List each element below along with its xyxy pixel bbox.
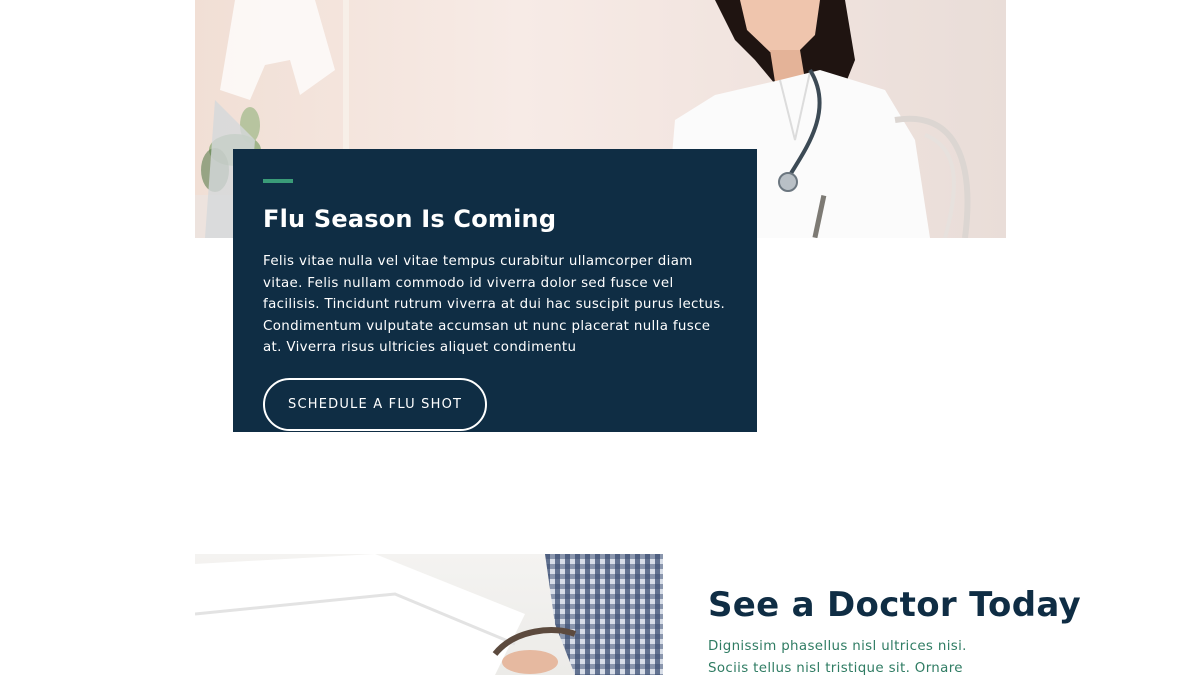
doctor-patient-illustration <box>195 554 663 675</box>
page: Flu Season Is Coming Felis vitae nulla v… <box>0 0 1200 675</box>
flu-section-title: Flu Season Is Coming <box>263 205 557 233</box>
accent-bar <box>263 179 293 183</box>
flu-section-body: Felis vitae nulla vel vitae tempus curab… <box>263 254 726 355</box>
see-doctor-title: See a Doctor Today <box>708 585 1082 625</box>
schedule-flu-shot-button[interactable]: SCHEDULE A FLU SHOT <box>263 377 488 431</box>
flu-season-card: Flu Season Is Coming Felis vitae nulla v… <box>233 149 757 432</box>
see-doctor-body: Dignissim phasellus nisl ultrices nisi. … <box>708 639 967 675</box>
doctor-patient-image <box>195 554 663 675</box>
see-doctor-section: See a Doctor Today Dignissim phasellus n… <box>708 582 1082 675</box>
